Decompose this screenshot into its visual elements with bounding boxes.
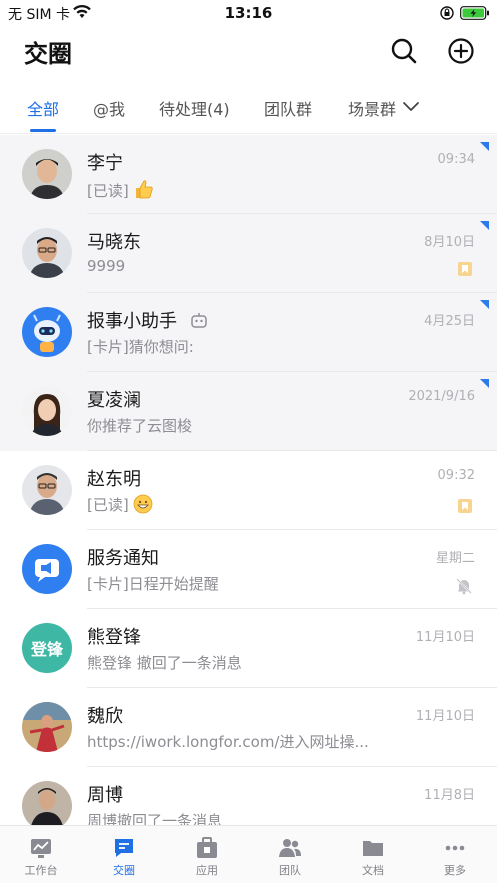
thumbs-up-icon — [133, 178, 155, 204]
conversation-row[interactable]: 李宁 [已读] 09:34 — [0, 135, 497, 214]
message-time: 09:34 — [437, 152, 475, 167]
pinned-marker — [480, 221, 489, 230]
message-preview: 周博撤回了一条消息 — [87, 812, 223, 825]
contact-name: 夏凌澜 — [87, 390, 141, 411]
message-time: 11月8日 — [424, 788, 475, 803]
message-time: 8月10日 — [424, 235, 475, 250]
message-preview: [卡片]猜你想问: — [87, 338, 194, 356]
apps-box-icon — [195, 836, 219, 860]
tab-pending[interactable]: 待处理(4) — [159, 96, 230, 120]
add-button[interactable] — [446, 36, 476, 66]
conversation-row[interactable]: 报事小助手 [卡片]猜你想问: 4月25日 — [0, 293, 497, 372]
conversation-row[interactable]: 赵东明 [已读] 09:32 — [0, 451, 497, 530]
message-time: 星期二 — [435, 551, 475, 566]
conversation-row[interactable]: 登锋 熊登锋 熊登锋 撤回了一条消息 11月10日 — [0, 609, 497, 688]
grin-emoji-icon — [133, 494, 153, 518]
avatar — [22, 702, 72, 752]
bookmark-icon[interactable] — [457, 498, 473, 518]
tabbar-label: 应用 — [196, 864, 218, 877]
tab-scene-groups[interactable]: 场景群 — [348, 96, 396, 120]
tabbar-workbench[interactable]: 工作台 — [0, 826, 82, 883]
team-icon — [278, 836, 302, 860]
avatar — [22, 544, 72, 594]
message-time: 4月25日 — [424, 314, 475, 329]
avatar — [22, 149, 72, 199]
tabbar-more[interactable]: 更多 — [414, 826, 496, 883]
tabbar-team[interactable]: 团队 — [249, 826, 331, 883]
message-time: 09:32 — [437, 468, 475, 483]
chat-icon — [112, 836, 136, 860]
tabbar-docs[interactable]: 文档 — [332, 826, 414, 883]
bot-icon — [190, 311, 208, 333]
message-time: 11月10日 — [415, 630, 475, 645]
contact-name: 魏欣 — [87, 706, 123, 727]
dashboard-icon — [29, 836, 53, 860]
tab-indicator — [30, 129, 56, 132]
message-preview: https://iwork.longfor.com/进入网址操... — [87, 733, 369, 751]
tabbar-apps[interactable]: 应用 — [166, 826, 248, 883]
tabbar-label: 文档 — [362, 864, 384, 877]
message-preview: 你推荐了云图梭 — [87, 417, 193, 435]
contact-name: 熊登锋 — [87, 627, 141, 648]
avatar — [22, 781, 72, 825]
chevron-down-icon[interactable] — [402, 98, 420, 117]
tabbar-label: 团队 — [279, 864, 301, 877]
battery-icon — [460, 5, 490, 24]
avatar — [22, 386, 72, 436]
tabbar-chat[interactable]: 交圈 — [83, 826, 165, 883]
avatar — [22, 228, 72, 278]
bookmark-icon[interactable] — [457, 261, 473, 281]
more-icon — [443, 836, 467, 860]
bottom-tab-bar: 工作台 交圈 应用 团队 文档 更多 — [0, 825, 497, 883]
search-button[interactable] — [389, 36, 419, 66]
folder-icon — [361, 836, 385, 860]
contact-name: 服务通知 — [87, 548, 159, 569]
plus-circle-icon — [446, 38, 476, 70]
avatar-initials: 登锋 — [30, 640, 63, 659]
page-title: 交圈 — [24, 40, 72, 68]
carrier-label: 无 SIM 卡 — [8, 7, 70, 23]
wifi-icon — [72, 4, 92, 24]
contact-name: 马晓东 — [87, 232, 141, 253]
tab-mentions[interactable]: @我 — [93, 96, 125, 120]
message-preview: 9999 — [87, 257, 126, 275]
contact-name: 周博 — [87, 785, 123, 806]
pinned-marker — [480, 379, 489, 388]
mute-bell-icon — [455, 577, 473, 599]
conversation-row[interactable]: 马晓东 9999 8月10日 — [0, 214, 497, 293]
conversation-row[interactable]: 夏凌澜 你推荐了云图梭 2021/9/16 — [0, 372, 497, 451]
message-time: 11月10日 — [415, 709, 475, 724]
contact-name: 报事小助手 — [87, 311, 177, 332]
conversation-list[interactable]: 李宁 [已读] 09:34 马晓东 9999 8月10日 报事小助手 [卡片]猜… — [0, 135, 497, 825]
avatar — [22, 307, 72, 357]
message-preview: [已读] — [87, 494, 153, 518]
contact-name: 李宁 — [87, 153, 123, 174]
search-icon — [389, 38, 419, 70]
contact-name: 赵东明 — [87, 469, 141, 490]
conversation-row[interactable]: 魏欣 https://iwork.longfor.com/进入网址操... 11… — [0, 688, 497, 767]
pinned-marker — [480, 142, 489, 151]
tabbar-label: 工作台 — [24, 864, 58, 877]
tab-all[interactable]: 全部 — [27, 96, 59, 120]
tab-team-groups[interactable]: 团队群 — [264, 96, 312, 120]
avatar: 登锋 — [22, 623, 72, 673]
conversation-row[interactable]: 周博 周博撤回了一条消息 11月8日 — [0, 767, 497, 825]
conversation-row[interactable]: 服务通知 [卡片]日程开始提醒 星期二 — [0, 530, 497, 609]
message-time: 2021/9/16 — [408, 389, 475, 404]
tabbar-label: 交圈 — [113, 864, 135, 877]
message-preview: [已读] — [87, 178, 155, 204]
rotation-lock-icon — [440, 5, 454, 24]
message-preview: 熊登锋 撤回了一条消息 — [87, 654, 242, 672]
tabbar-label: 更多 — [444, 864, 466, 877]
pinned-marker — [480, 300, 489, 309]
app-header: 交圈 — [0, 28, 497, 76]
avatar — [22, 465, 72, 515]
status-bar: 无 SIM 卡 13:16 — [0, 0, 497, 28]
message-preview: [卡片]日程开始提醒 — [87, 575, 219, 593]
filter-tabs: 全部 @我 待处理(4) 团队群 场景群 — [0, 86, 497, 134]
